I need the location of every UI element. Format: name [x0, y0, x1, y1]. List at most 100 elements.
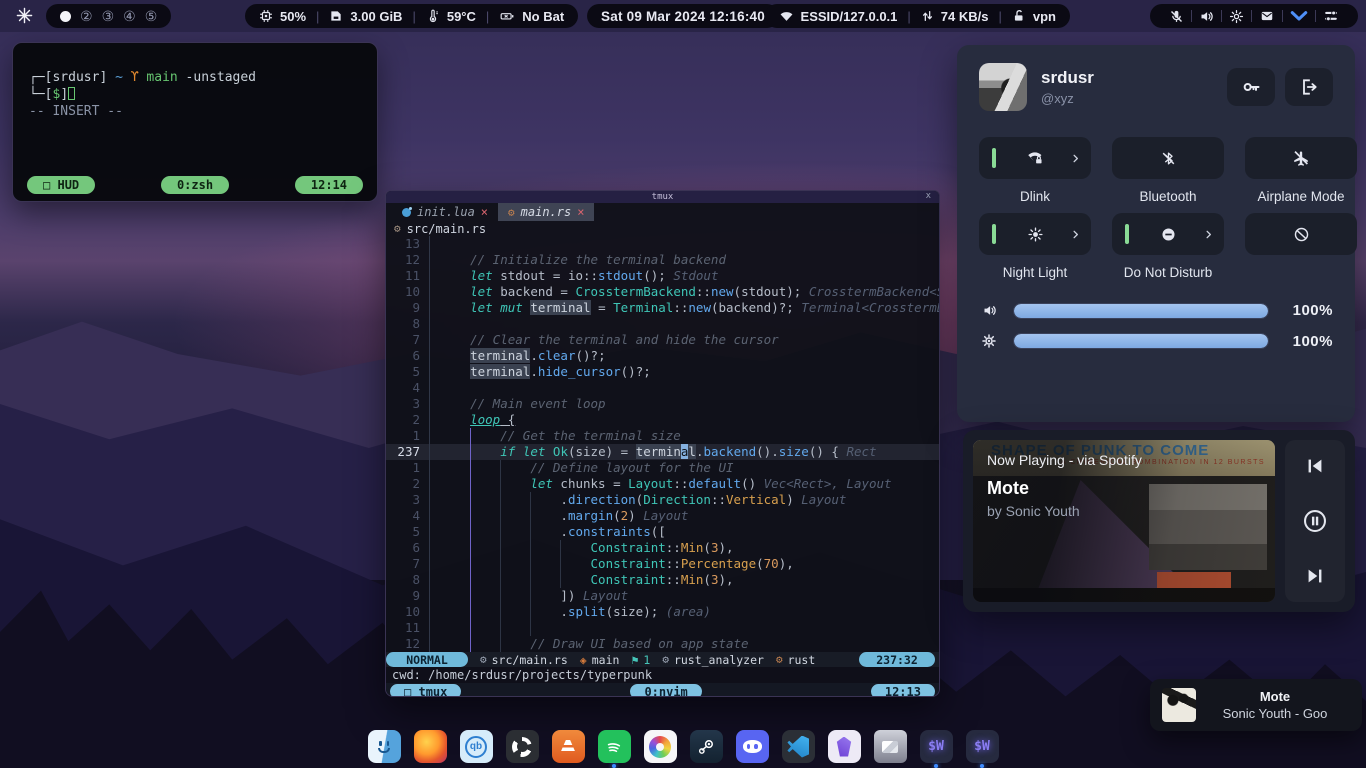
control-center-panel: srdusr @xyz DlinkBluetoothAirplane ModeN… [957, 45, 1355, 422]
dock-spotify[interactable] [598, 730, 631, 763]
lock-keys-button[interactable] [1227, 68, 1275, 106]
key-icon [1241, 77, 1261, 97]
previous-track-button[interactable] [1304, 455, 1326, 477]
tmux-session-pill[interactable]: □ tmux [390, 684, 461, 697]
settings-gear-icon [1229, 9, 1244, 24]
brightness-slider[interactable] [1013, 333, 1269, 349]
code-line: 7 Constraint::Percentage(70), [386, 556, 939, 572]
tray-chevron-down[interactable] [1283, 10, 1315, 22]
code-line: 3 // Main event loop [386, 396, 939, 412]
next-track-button[interactable] [1304, 565, 1326, 587]
tmux-session-pill[interactable]: □ HUD [27, 176, 95, 194]
notification-toast[interactable]: Mote Sonic Youth - Goo [1150, 679, 1362, 731]
dock-steam[interactable] [690, 730, 723, 763]
wifi-icon [779, 9, 794, 24]
segment-wifi: ESSID/127.0.0.1 [779, 9, 898, 24]
dock-obsidian[interactable] [828, 730, 861, 763]
tray-mail[interactable] [1252, 9, 1282, 23]
track-artist: by Sonic Youth [987, 503, 1142, 519]
dock-vlc[interactable] [552, 730, 585, 763]
toggle-dlink[interactable] [979, 137, 1091, 179]
workspace-3[interactable]: ③ [102, 9, 115, 23]
line-number: 12 [386, 636, 430, 652]
toggle-label: Dlink [979, 179, 1091, 213]
toggle-night-light[interactable] [979, 213, 1091, 255]
workspace-5[interactable]: ⑤ [145, 9, 158, 23]
statusline-git-branch: ◈main [580, 653, 620, 667]
dock-files[interactable] [368, 730, 401, 763]
tray-volume[interactable] [1192, 9, 1221, 24]
line-number: 10 [386, 604, 430, 620]
active-indicator [992, 224, 996, 244]
tmux-window-pill[interactable]: 0:nvim [630, 684, 701, 697]
code-line: 9 let mut terminal = Terminal::new(backe… [386, 300, 939, 316]
code-line: 10 let backend = CrosstermBackend::new(s… [386, 284, 939, 300]
bluetooth-off-icon [1160, 150, 1177, 167]
workspace-switcher[interactable]: ②③④⑤ [46, 4, 171, 28]
workspace-4[interactable]: ④ [123, 9, 136, 23]
code-line: 12 // Draw UI based on app state [386, 636, 939, 652]
statusline-diagnostics: ⚑1 [631, 653, 650, 667]
line-number: 2 [386, 412, 430, 428]
brightness-icon [980, 332, 998, 350]
toggles-icon [1323, 9, 1339, 23]
cursor-position: 237:32 [859, 652, 935, 667]
toggle-bluetooth[interactable] [1112, 137, 1224, 179]
code-line: 10 .split(size); (area) [386, 604, 939, 620]
running-indicator [934, 764, 938, 768]
indent-guide [500, 460, 501, 652]
quick-toggles-grid: DlinkBluetoothAirplane ModeNight LightDo… [979, 137, 1333, 289]
album-art[interactable]: SHAPE OF PUNK TO COME A CHIMERICAL BOMBI… [973, 440, 1275, 602]
line-number: 5 [386, 524, 430, 540]
window-title: tmux [652, 192, 674, 202]
dock-qbittorrent[interactable]: qb [460, 730, 493, 763]
editor-window[interactable]: tmux x init.lua×⚙main.rs× ⚙ src/main.rs … [385, 190, 940, 697]
tmux-status-bar-editor: □ tmux 0:nvim 12:13 [386, 683, 939, 697]
dock-photos[interactable] [644, 730, 677, 763]
dock-trash[interactable] [874, 730, 907, 763]
terminal-output: ┌─[srdusr] ~ ϒ main -unstaged└─[$]-- INS… [13, 43, 377, 120]
volume-slider[interactable] [1013, 303, 1269, 319]
segment-cpu: 50% [259, 9, 306, 24]
line-number: 3 [386, 396, 430, 412]
dock-wallet-1[interactable]: $W [920, 730, 953, 763]
clock[interactable]: Sat 09 Mar 2024 12:16:40 [587, 4, 779, 28]
statusline-file: ⚙src/main.rs [480, 653, 568, 667]
tmux-window-pill[interactable]: 0:zsh [161, 176, 229, 194]
terminal-window[interactable]: ┌─[srdusr] ~ ϒ main -unstaged└─[$]-- INS… [12, 42, 378, 202]
code-line: 11 let stdout = io::stdout(); Stdout [386, 268, 939, 284]
chevron-right-icon[interactable] [1070, 228, 1081, 241]
toggle-label: Airplane Mode [1245, 179, 1357, 213]
tray-mic-muted[interactable] [1162, 9, 1191, 24]
dock-obs[interactable] [506, 730, 539, 763]
tab-close-icon[interactable]: × [481, 205, 488, 219]
toggle-blocked[interactable] [1245, 213, 1357, 255]
dock-vscode[interactable] [782, 730, 815, 763]
workspace-active[interactable] [60, 11, 71, 22]
code-area[interactable]: 1312 // Initialize the terminal backend1… [386, 236, 939, 652]
distro-logo-icon [16, 7, 33, 24]
pause-button[interactable] [1302, 508, 1328, 534]
slider-volume: 100% [979, 302, 1333, 319]
tray-settings-gear[interactable] [1222, 9, 1251, 24]
dock-wallet-2[interactable]: $W [966, 730, 999, 763]
chevron-right-icon[interactable] [1203, 228, 1214, 241]
dock-discord[interactable] [736, 730, 769, 763]
code-line: 3 .direction(Direction::Vertical) Layout [386, 492, 939, 508]
line-number: 9 [386, 300, 430, 316]
chevron-right-icon[interactable] [1070, 152, 1081, 165]
workspace-2[interactable]: ② [80, 9, 93, 23]
logout-button[interactable] [1285, 68, 1333, 106]
toggle-airplane-mode[interactable] [1245, 137, 1357, 179]
dock-firefox[interactable] [414, 730, 447, 763]
rust-file-icon: ⚙ [394, 222, 401, 235]
line-number: 4 [386, 508, 430, 524]
tray-toggles[interactable] [1316, 9, 1346, 23]
tab-main.rs[interactable]: ⚙main.rs× [498, 203, 594, 221]
code-line: 12 // Initialize the terminal backend [386, 252, 939, 268]
tab-init.lua[interactable]: init.lua× [392, 203, 498, 221]
terminal-cursor [68, 87, 75, 100]
close-icon[interactable]: x [926, 191, 931, 201]
toggle-do-not-disturb[interactable] [1112, 213, 1224, 255]
tab-close-icon[interactable]: × [577, 205, 584, 219]
